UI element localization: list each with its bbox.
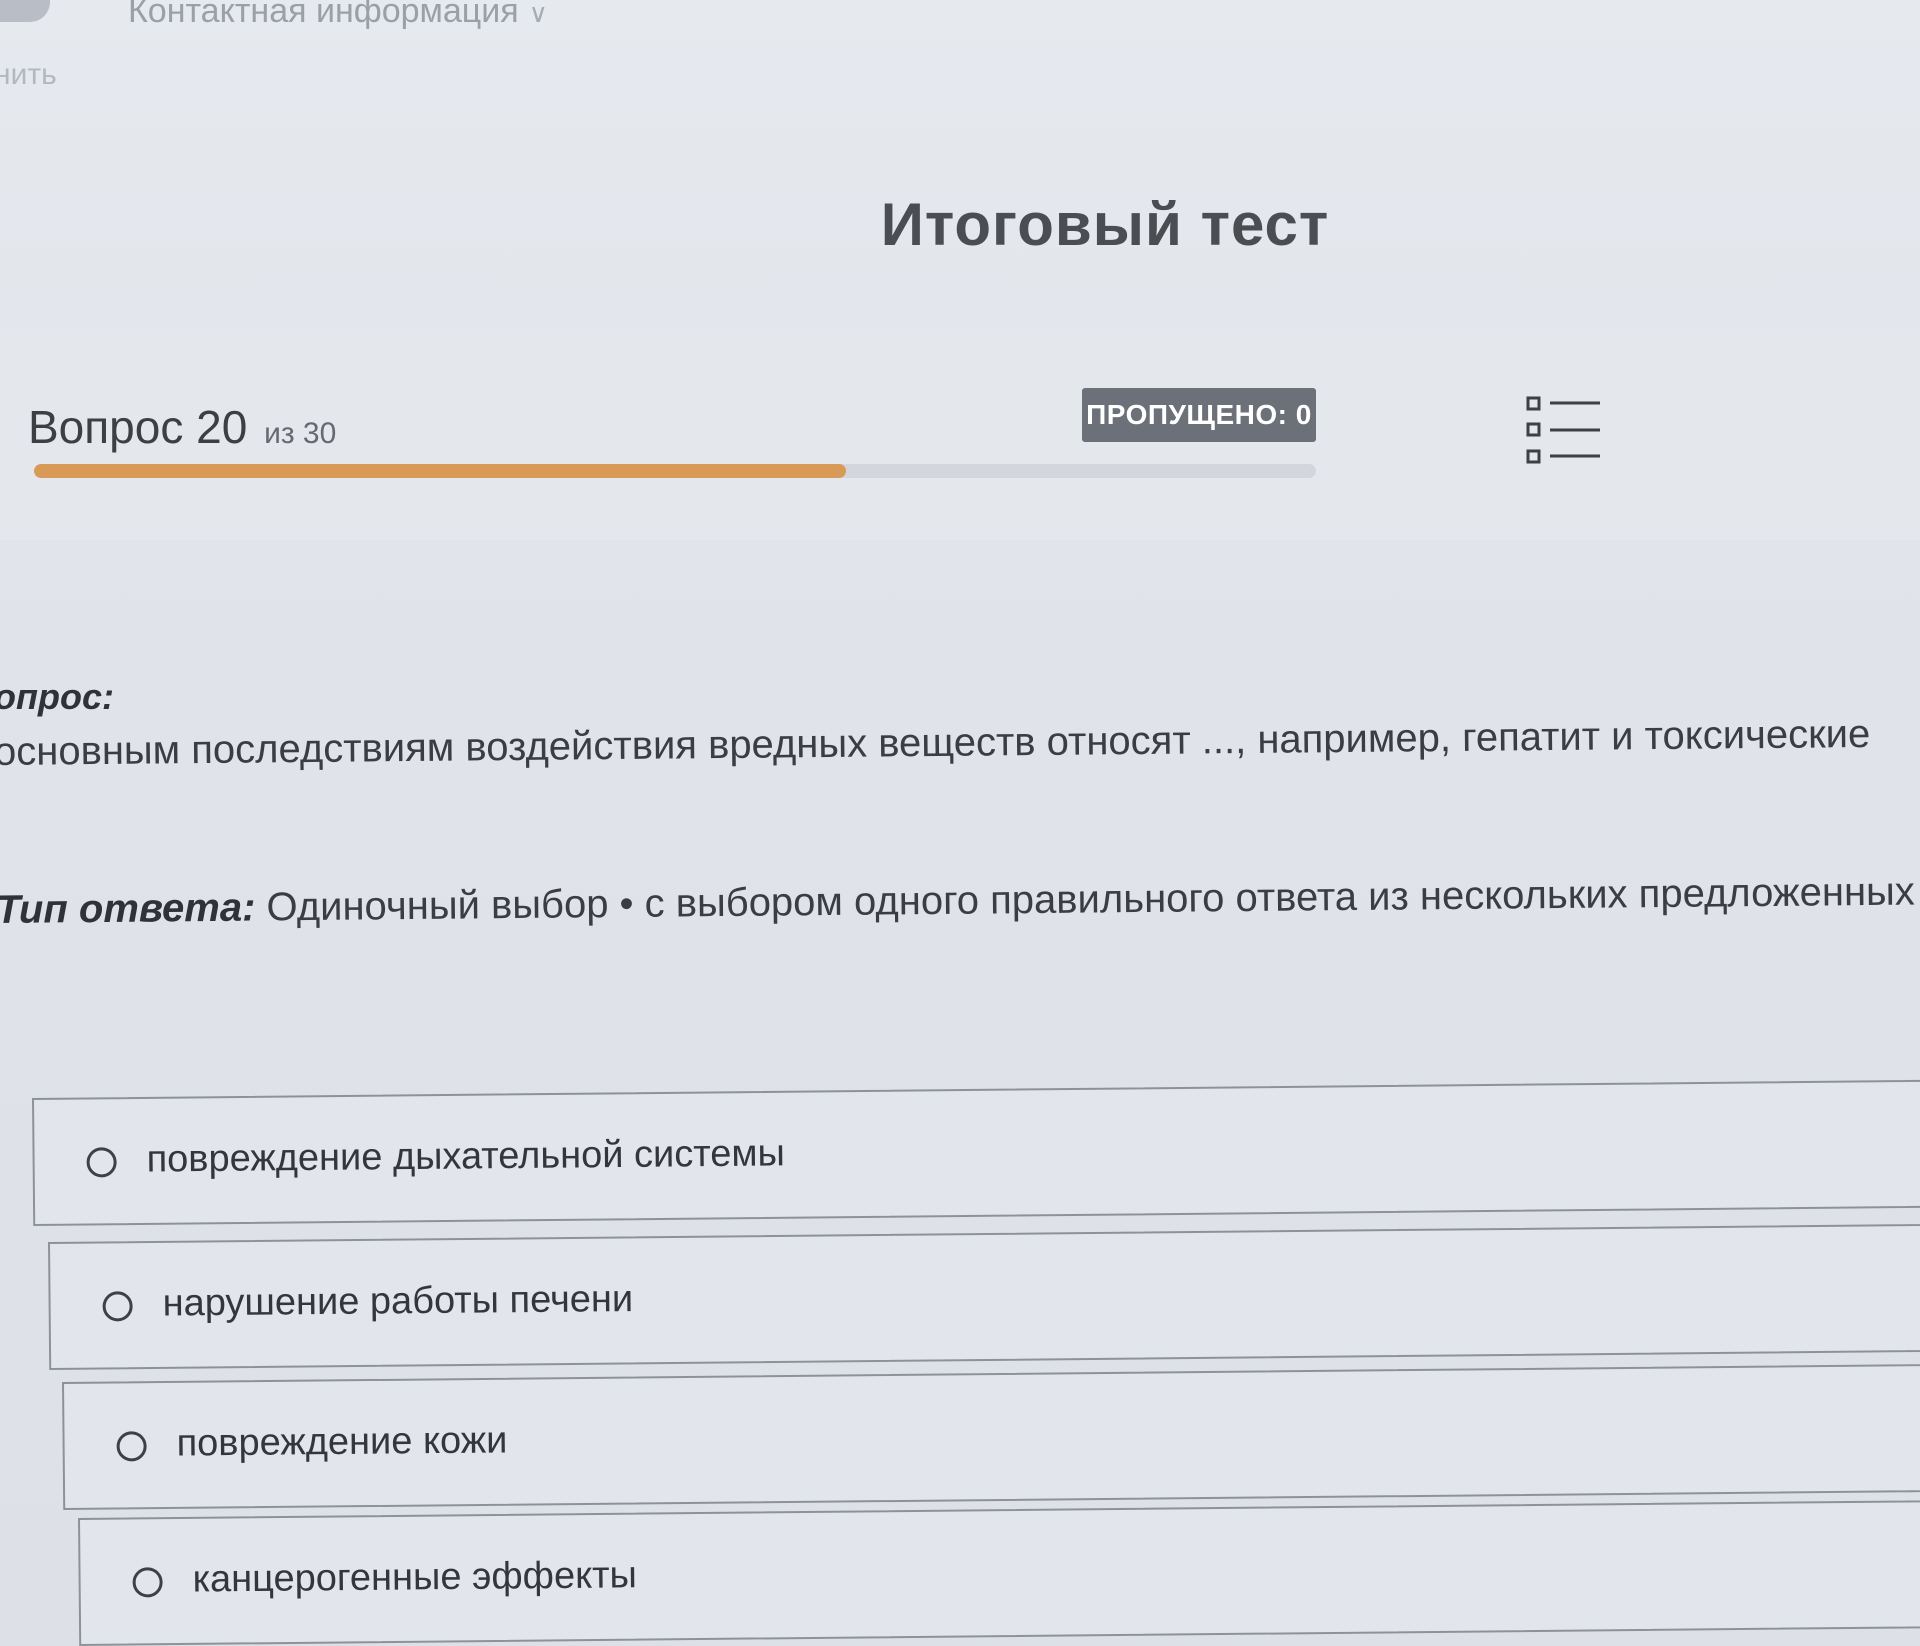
answer-option-label: нарушение работы печени xyxy=(162,1278,634,1325)
radio-icon[interactable] xyxy=(116,1431,147,1462)
chevron-down-icon: ∨ xyxy=(528,0,548,28)
progress-bar xyxy=(34,464,1316,478)
answer-type-label: Тип ответа: xyxy=(0,885,256,932)
answer-option-label: повреждение кожи xyxy=(176,1419,508,1465)
page-title: Итоговый тест xyxy=(880,191,1330,258)
answer-option-label: повреждение дыхательной системы xyxy=(146,1132,786,1181)
question-label: опрос: xyxy=(0,676,114,717)
progress-bar-fill xyxy=(34,464,846,478)
question-text: основным последствиям воздействия вредны… xyxy=(0,711,1871,774)
radio-icon[interactable] xyxy=(132,1567,163,1598)
nav-contact-info[interactable]: Контактная информация ∨ xyxy=(128,0,548,31)
question-counter: Вопрос 20 из 30 xyxy=(28,400,336,454)
answer-option-3[interactable]: повреждение кожи xyxy=(62,1361,1920,1510)
radio-icon[interactable] xyxy=(86,1147,117,1178)
skipped-badge[interactable]: ПРОПУЩЕНО: 0 xyxy=(1082,388,1316,442)
question-total: из 30 xyxy=(264,417,337,450)
answer-type: Тип ответа: Одиночный выбор • с выбором … xyxy=(0,868,1920,933)
radio-icon[interactable] xyxy=(102,1291,133,1322)
question-list-icon[interactable] xyxy=(1522,392,1602,472)
nav-left-link[interactable]: нить xyxy=(0,58,57,92)
answer-option-label: канцерогенные эффекты xyxy=(192,1554,638,1601)
answer-type-value: Одиночный выбор • с выбором одного прави… xyxy=(266,868,1920,930)
top-nav: Контактная информация ∨ нить xyxy=(0,0,1920,110)
answer-option-2[interactable]: нарушение работы печени xyxy=(48,1221,1920,1370)
nav-avatar[interactable] xyxy=(0,0,50,22)
answer-option-1[interactable]: повреждение дыхательной системы xyxy=(32,1077,1920,1226)
answer-option-4[interactable]: канцерогенные эффекты xyxy=(78,1497,1920,1646)
nav-contact-info-label: Контактная информация xyxy=(128,0,519,30)
question-number: Вопрос 20 xyxy=(28,401,248,453)
page: Контактная информация ∨ нить Итоговый тес… xyxy=(0,0,1920,1646)
